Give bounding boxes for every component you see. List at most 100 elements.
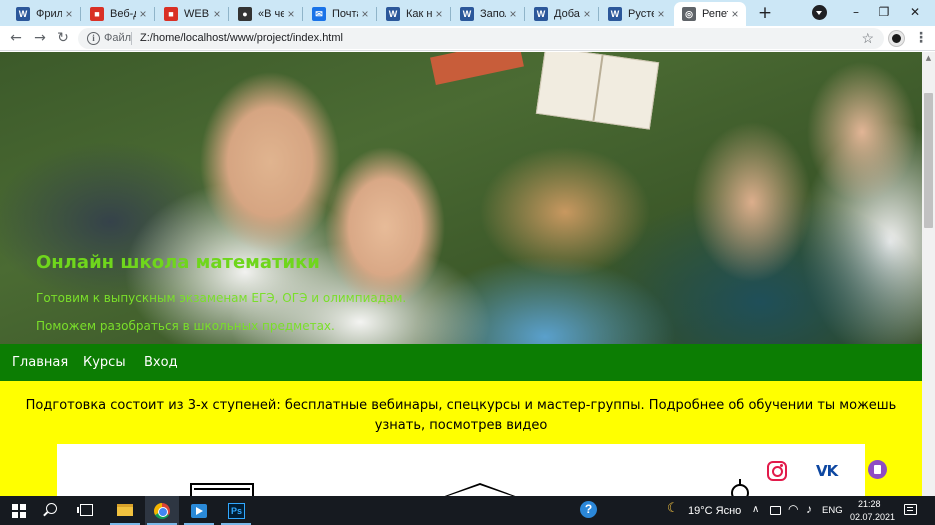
word-icon: W xyxy=(608,7,622,21)
word-icon: W xyxy=(386,7,400,21)
open-book-image xyxy=(535,52,660,130)
url-scheme-label: Файл xyxy=(104,32,132,44)
file-explorer-icon xyxy=(117,504,133,516)
tab-separator xyxy=(228,7,229,21)
tab-close-icon[interactable]: × xyxy=(432,7,446,21)
address-bar[interactable]: i Файл Z:/home/localhost/www/project/ind… xyxy=(78,28,884,49)
tab-title: Почта xyxy=(332,8,358,20)
browser-tab[interactable]: W Фрила× xyxy=(8,2,80,26)
video-player-icon xyxy=(191,504,207,518)
back-button[interactable]: ← xyxy=(6,28,26,48)
help-icon[interactable]: ? xyxy=(580,501,597,518)
tab-close-icon[interactable]: × xyxy=(728,7,742,21)
tab-close-icon[interactable]: × xyxy=(358,7,372,21)
tab-separator xyxy=(302,7,303,21)
viber-icon[interactable] xyxy=(868,460,887,479)
red-square-icon: ■ xyxy=(164,7,178,21)
tab-separator xyxy=(376,7,377,21)
tab-close-icon[interactable]: × xyxy=(580,7,594,21)
windows-taskbar: Ps ? ☾ 19°C Ясно ∧ ◠ ♪ ENG 21:28 02.07.2… xyxy=(0,496,935,525)
tray-device-icon[interactable] xyxy=(770,506,781,515)
globe-icon: ◎ xyxy=(682,7,696,21)
reload-button[interactable]: ↻ xyxy=(53,28,73,48)
info-icon[interactable]: i xyxy=(87,32,100,45)
browser-tab[interactable]: ● «В чем× xyxy=(230,2,302,26)
tab-close-icon[interactable]: × xyxy=(62,7,76,21)
tab-title: Добав xyxy=(554,8,580,20)
scroll-thumb[interactable] xyxy=(924,93,933,228)
taskbar-app-chrome[interactable] xyxy=(145,496,179,525)
url-text[interactable]: Z:/home/localhost/www/project/index.html xyxy=(140,32,343,44)
forward-button[interactable]: → xyxy=(30,28,50,48)
course-roof-icon xyxy=(442,483,518,496)
tab-title: Фрила xyxy=(36,8,62,20)
profile-avatar-icon[interactable] xyxy=(889,31,904,46)
tab-title: Репети xyxy=(702,8,728,20)
tab-search-button[interactable] xyxy=(812,5,827,20)
windows-start-icon[interactable] xyxy=(12,504,26,518)
hero-banner: Онлайн школа математики Готовим к выпуск… xyxy=(0,52,922,344)
network-icon[interactable]: ◠ xyxy=(788,502,798,516)
tab-close-icon[interactable]: × xyxy=(136,7,150,21)
browser-tab[interactable]: W Как на× xyxy=(378,2,450,26)
tab-title: Рустем xyxy=(628,8,654,20)
nav-link-login[interactable]: Вход xyxy=(144,355,178,370)
browser-tab[interactable]: W Добав× xyxy=(526,2,598,26)
clock-date[interactable]: 02.07.2021 xyxy=(850,512,895,522)
minimize-button[interactable]: – xyxy=(846,3,866,21)
weather-moon-icon[interactable]: ☾ xyxy=(667,501,679,516)
page-scrollbar[interactable]: ▲ xyxy=(922,52,935,496)
close-window-button[interactable]: ✕ xyxy=(905,3,925,21)
notebook-image xyxy=(430,52,524,86)
taskbar-app-video[interactable] xyxy=(182,496,216,525)
site-navbar: Главная Курсы Вход xyxy=(0,344,922,381)
chrome-icon xyxy=(154,503,170,519)
browser-tab[interactable]: ■ WEB ва× xyxy=(156,2,228,26)
hero-subtitle-subjects: Поможем разобраться в школьных предметах… xyxy=(36,319,335,333)
url-divider xyxy=(131,32,132,45)
browser-tab[interactable]: W Рустем× xyxy=(600,2,672,26)
word-icon: W xyxy=(16,7,30,21)
taskbar-app-photoshop[interactable]: Ps xyxy=(219,496,253,525)
tab-close-icon[interactable]: × xyxy=(506,7,520,21)
vk-icon[interactable]: VK xyxy=(816,462,838,480)
taskbar-search-icon[interactable] xyxy=(46,503,57,514)
browser-menu-icon[interactable]: ⋮ xyxy=(913,29,929,47)
browser-tab[interactable]: ◎ Репети× xyxy=(674,2,746,26)
tab-title: WEB ва xyxy=(184,8,210,20)
info-text: Подготовка состоит из 3-х ступеней: бесп… xyxy=(25,398,897,433)
new-tab-button[interactable]: + xyxy=(754,2,776,24)
volume-icon[interactable]: ♪ xyxy=(806,502,812,516)
tab-close-icon[interactable]: × xyxy=(654,7,668,21)
tab-close-icon[interactable]: × xyxy=(210,7,224,21)
apple-icon xyxy=(731,479,749,496)
task-view-icon[interactable] xyxy=(77,504,93,516)
dark-circle-icon: ● xyxy=(238,7,252,21)
tray-expand-icon[interactable]: ∧ xyxy=(752,504,759,515)
notification-center-icon[interactable] xyxy=(904,504,917,515)
weather-text[interactable]: 19°C Ясно xyxy=(688,505,741,517)
tab-separator xyxy=(598,7,599,21)
clock-time[interactable]: 21:28 xyxy=(858,499,881,509)
browser-tab[interactable]: ✉ Почта× xyxy=(304,2,376,26)
restore-button[interactable]: ❐ xyxy=(874,3,894,21)
instagram-icon[interactable] xyxy=(767,461,787,481)
photoshop-icon: Ps xyxy=(228,503,245,519)
word-icon: W xyxy=(534,7,548,21)
scroll-up-arrow-icon[interactable]: ▲ xyxy=(924,54,933,62)
taskbar-app-explorer[interactable] xyxy=(108,496,142,525)
language-indicator[interactable]: ENG xyxy=(822,505,843,516)
tab-separator xyxy=(524,7,525,21)
mail-icon: ✉ xyxy=(312,7,326,21)
browser-toolbar: ← → ↻ i Файл Z:/home/localhost/www/proje… xyxy=(0,26,935,51)
nav-link-courses[interactable]: Курсы xyxy=(83,355,126,370)
tab-title: Как на xyxy=(406,8,432,20)
tab-separator xyxy=(80,7,81,21)
tab-close-icon[interactable]: × xyxy=(284,7,298,21)
bookmark-star-icon[interactable]: ☆ xyxy=(861,30,874,47)
nav-link-home[interactable]: Главная xyxy=(12,355,68,370)
hero-title: Онлайн школа математики xyxy=(36,252,320,273)
tab-strip: WФрила×■Веб-ди×■WEB ва×●«В чем×✉Почта×WК… xyxy=(0,0,935,26)
browser-tab[interactable]: W Запол× xyxy=(452,2,524,26)
browser-tab[interactable]: ■ Веб-ди× xyxy=(82,2,154,26)
